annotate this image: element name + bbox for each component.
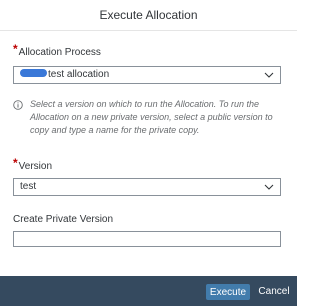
info-message: Select a version on which to run the All…	[30, 99, 273, 135]
required-marker: *	[13, 156, 18, 170]
info-icon	[13, 100, 23, 110]
required-marker: *	[13, 42, 18, 56]
cancel-button[interactable]: Cancel	[255, 284, 293, 300]
private-version-label: Create Private Version	[13, 214, 114, 225]
execute-allocation-dialog: Execute Allocation *Allocation Process t…	[0, 0, 297, 306]
allocation-process-value: test allocation	[20, 67, 109, 83]
allocation-process-select[interactable]: test allocation	[13, 66, 281, 84]
chevron-down-icon[interactable]	[264, 70, 274, 80]
version-value: test	[20, 181, 37, 192]
version-label: *Version	[13, 156, 53, 172]
dialog-title: Execute Allocation	[0, 0, 297, 31]
allocation-process-label-text: Allocation Process	[18, 47, 101, 58]
execute-button[interactable]: Execute	[206, 284, 250, 300]
allocation-process-value-text: test allocation	[48, 69, 110, 80]
dialog-footer: Execute Cancel	[0, 276, 297, 306]
allocation-process-label: *Allocation Process	[13, 42, 101, 58]
version-label-text: Version	[18, 161, 53, 172]
version-select[interactable]: test	[13, 178, 281, 196]
private-version-input[interactable]	[13, 231, 281, 247]
chevron-down-icon[interactable]	[264, 182, 274, 192]
redacted-blur	[20, 69, 47, 78]
